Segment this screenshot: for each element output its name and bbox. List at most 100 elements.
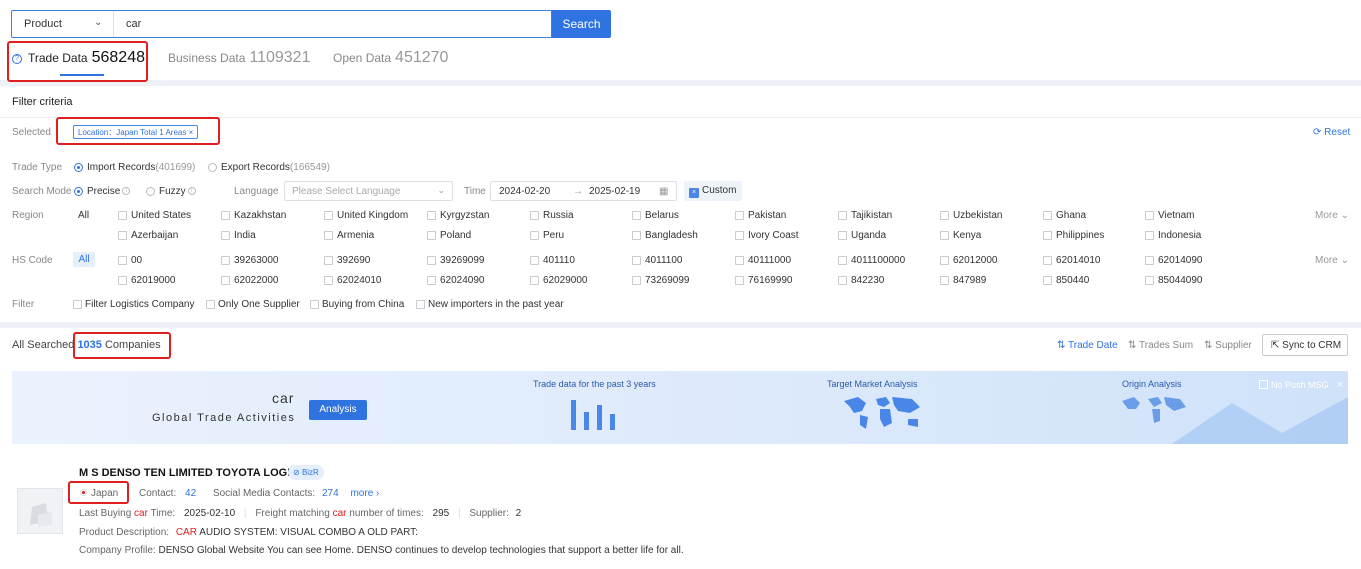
checkbox[interactable]: [427, 276, 436, 285]
tab-open-data[interactable]: Open Data 451270: [333, 49, 448, 67]
region-option[interactable]: United States: [131, 210, 191, 221]
hs-code-option[interactable]: 39269099: [440, 255, 485, 266]
checkbox[interactable]: [206, 300, 215, 309]
more-link[interactable]: more ›: [350, 488, 379, 499]
checkbox[interactable]: [735, 276, 744, 285]
checkbox[interactable]: [1259, 380, 1268, 389]
hs-code-option[interactable]: 4011100: [645, 255, 682, 266]
tab-business-data[interactable]: Business Data 1109321: [168, 49, 310, 67]
checkbox[interactable]: [940, 256, 949, 265]
checkbox[interactable]: [530, 231, 539, 240]
region-option[interactable]: Kyrgyzstan: [440, 210, 489, 221]
checkbox[interactable]: [838, 256, 847, 265]
language-select[interactable]: Please Select Language ⌄: [284, 181, 453, 201]
hs-code-option[interactable]: 847989: [953, 275, 986, 286]
hs-more[interactable]: More ⌄: [1315, 255, 1349, 266]
checkbox[interactable]: [118, 256, 127, 265]
checkbox[interactable]: [324, 276, 333, 285]
region-option[interactable]: Azerbaijan: [131, 230, 178, 241]
checkbox[interactable]: [632, 231, 641, 240]
hs-code-option[interactable]: 62014010: [1056, 255, 1101, 266]
filter-option[interactable]: Only One Supplier: [218, 299, 300, 310]
close-icon[interactable]: ×: [189, 128, 194, 137]
search-button[interactable]: Search: [552, 10, 611, 38]
region-all[interactable]: All: [78, 210, 89, 221]
region-option[interactable]: Bangladesh: [645, 230, 698, 241]
region-option[interactable]: Philippines: [1056, 230, 1104, 241]
region-option[interactable]: Kazakhstan: [234, 210, 286, 221]
checkbox[interactable]: [118, 276, 127, 285]
checkbox[interactable]: [1145, 256, 1154, 265]
checkbox[interactable]: [632, 256, 641, 265]
filter-option[interactable]: Buying from China: [322, 299, 404, 310]
hs-code-option[interactable]: 62012000: [953, 255, 998, 266]
sort-trade-date[interactable]: ⇅ Trade Date: [1057, 340, 1118, 351]
region-option[interactable]: Ghana: [1056, 210, 1086, 221]
checkbox[interactable]: [427, 256, 436, 265]
no-push-toggle[interactable]: No Push MSG ×: [1259, 379, 1343, 391]
search-input[interactable]: car: [126, 18, 141, 30]
contact-count[interactable]: 42: [185, 488, 196, 499]
checkbox[interactable]: [838, 231, 847, 240]
sort-supplier[interactable]: ⇅ Supplier: [1204, 340, 1252, 351]
checkbox[interactable]: [940, 231, 949, 240]
checkbox[interactable]: [1145, 276, 1154, 285]
hs-code-option[interactable]: 00: [131, 255, 142, 266]
checkbox[interactable]: [530, 276, 539, 285]
region-option[interactable]: Kenya: [953, 230, 981, 241]
checkbox[interactable]: [221, 211, 230, 220]
analysis-button[interactable]: Analysis: [309, 400, 367, 420]
export-option[interactable]: Export Records(166549): [221, 162, 330, 173]
checkbox[interactable]: [427, 211, 436, 220]
region-option[interactable]: Russia: [543, 210, 574, 221]
checkbox[interactable]: [530, 256, 539, 265]
sync-crm-button[interactable]: ⇱ Sync to CRM: [1262, 334, 1348, 356]
checkbox[interactable]: [530, 211, 539, 220]
sort-trades-sum[interactable]: ⇅ Trades Sum: [1128, 340, 1193, 351]
region-option[interactable]: India: [234, 230, 256, 241]
checkbox[interactable]: [1145, 211, 1154, 220]
precise-option[interactable]: Precise i: [87, 186, 131, 197]
checkbox[interactable]: [632, 211, 641, 220]
hs-code-option[interactable]: 40111000: [748, 255, 791, 266]
checkbox[interactable]: [416, 300, 425, 309]
hs-code-option[interactable]: 39263000: [234, 255, 279, 266]
checkbox[interactable]: [1145, 231, 1154, 240]
export-radio[interactable]: [208, 163, 217, 172]
precise-radio[interactable]: [74, 187, 83, 196]
location-chip[interactable]: Location：Japan Total 1 Areas ×: [73, 125, 199, 139]
checkbox[interactable]: [838, 276, 847, 285]
checkbox[interactable]: [1043, 231, 1052, 240]
checkbox[interactable]: [735, 211, 744, 220]
checkbox[interactable]: [118, 211, 127, 220]
fuzzy-option[interactable]: Fuzzy i: [159, 186, 196, 197]
checkbox[interactable]: [427, 231, 436, 240]
bizr-badge[interactable]: ⊘ BizR: [288, 465, 324, 480]
checkbox[interactable]: [324, 256, 333, 265]
checkbox[interactable]: [310, 300, 319, 309]
region-option[interactable]: Vietnam: [1158, 210, 1195, 221]
region-option[interactable]: Peru: [543, 230, 564, 241]
category-select[interactable]: Product ⌄: [12, 11, 114, 37]
calendar-icon[interactable]: ▦: [659, 186, 668, 197]
hs-code-option[interactable]: 62014090: [1158, 255, 1203, 266]
hs-code-option[interactable]: 73269099: [645, 275, 690, 286]
hs-code-option[interactable]: 850440: [1056, 275, 1089, 286]
checkbox[interactable]: [221, 256, 230, 265]
hs-code-option[interactable]: 401110: [543, 255, 575, 266]
hs-code-option[interactable]: 62024010: [337, 275, 382, 286]
region-more[interactable]: More ⌄: [1315, 210, 1349, 221]
region-option[interactable]: Pakistan: [748, 210, 786, 221]
region-option[interactable]: Uzbekistan: [953, 210, 1002, 221]
help-icon[interactable]: ?: [12, 54, 22, 64]
region-option[interactable]: Belarus: [645, 210, 679, 221]
checkbox[interactable]: [324, 231, 333, 240]
checkbox[interactable]: [1043, 211, 1052, 220]
region-option[interactable]: Uganda: [851, 230, 886, 241]
company-name[interactable]: M S DENSO TEN LIMITED TOYOTA LOGIS: [79, 467, 298, 479]
checkbox[interactable]: [118, 231, 127, 240]
checkbox[interactable]: [940, 276, 949, 285]
filter-option[interactable]: New importers in the past year: [428, 299, 564, 310]
checkbox[interactable]: [73, 300, 82, 309]
hs-code-option[interactable]: 392690: [337, 255, 370, 266]
